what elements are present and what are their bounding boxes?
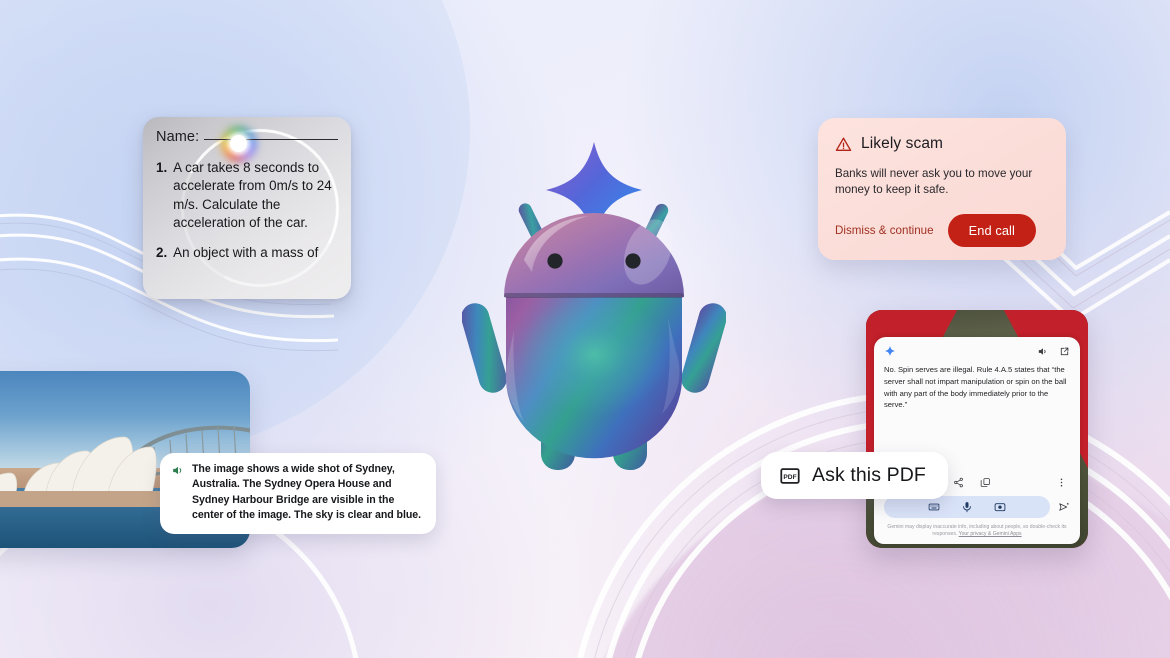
scam-actions: Dismiss & continue End call	[835, 213, 1049, 247]
question-text: A car takes 8 seconds to accelerate from…	[173, 160, 332, 231]
worksheet-name-label: Name:	[156, 129, 200, 145]
scam-body-text: Banks will never ask you to move your mo…	[835, 167, 1033, 197]
gemini-disclaimer: Gemini may display inaccurate info, incl…	[884, 524, 1070, 544]
gemini-input-row	[884, 495, 1070, 518]
ask-this-pdf-label: Ask this PDF	[812, 464, 926, 486]
end-call-button[interactable]: End call	[947, 213, 1036, 247]
keyboard-icon[interactable]	[928, 501, 940, 513]
question-number: 2.	[156, 245, 168, 261]
open-in-new-icon[interactable]	[1059, 346, 1070, 357]
gemini-answer-text: No. Spin serves are illegal. Rule 4.A.5 …	[884, 365, 1067, 410]
question-text: An object with a mass of	[173, 245, 319, 261]
speaker-volume-icon[interactable]	[1037, 346, 1048, 357]
android-robot-mascot	[462, 142, 726, 470]
pdf-file-icon: PDF	[780, 467, 800, 484]
homework-worksheet-card[interactable]: Name: 1. A car takes 8 seconds to accele…	[143, 117, 351, 299]
head-body-seam	[504, 293, 684, 298]
send-icon[interactable]	[1058, 501, 1070, 513]
worksheet-name-row: Name:	[156, 129, 338, 145]
eye-right	[625, 253, 641, 269]
ask-this-pdf-chip[interactable]: PDF Ask this PDF	[761, 452, 948, 499]
gemini-pdf-answer-card[interactable]: No. Spin serves are illegal. Rule 4.A.5 …	[866, 310, 1088, 548]
screenshot-stage: Name: 1. A car takes 8 seconds to accele…	[0, 0, 1170, 658]
question-number: 1.	[156, 160, 168, 175]
eye-left	[547, 253, 563, 269]
dismiss-and-continue-button[interactable]: Dismiss & continue	[835, 224, 934, 237]
gemini-answer-header	[884, 345, 1070, 357]
share-icon[interactable]	[953, 477, 964, 488]
arm-left	[462, 303, 507, 393]
worksheet-question: 1. A car takes 8 seconds to accelerate f…	[156, 159, 338, 232]
worksheet-question-list: 1. A car takes 8 seconds to accelerate f…	[156, 159, 338, 263]
scam-title: Likely scam	[861, 135, 944, 152]
microphone-icon[interactable]	[961, 501, 973, 513]
worksheet-name-blank-line	[204, 139, 338, 140]
gemini-privacy-link[interactable]: Your privacy & Gemini Apps	[959, 531, 1022, 537]
camera-icon[interactable]	[994, 501, 1006, 513]
arm-right	[681, 303, 726, 393]
gemini-input-bar[interactable]	[884, 495, 1050, 518]
warning-triangle-icon	[835, 137, 852, 151]
svg-text:PDF: PDF	[783, 473, 796, 480]
speaker-volume-icon	[173, 466, 182, 475]
scam-alert-card[interactable]: Likely scam Banks will never ask you to …	[818, 118, 1066, 260]
gemini-answer-sheet: No. Spin serves are illegal. Rule 4.A.5 …	[874, 337, 1080, 544]
sydney-caption-bubble[interactable]: The image shows a wide shot of Sydney, A…	[160, 453, 436, 534]
more-options-icon[interactable]	[1056, 477, 1067, 488]
gemini-header-actions	[1037, 346, 1070, 357]
opera-house-icon	[0, 436, 157, 494]
sydney-caption-text: The image shows a wide shot of Sydney, A…	[192, 463, 422, 522]
worksheet-question: 2. An object with a mass of	[156, 244, 338, 262]
scam-title-row: Likely scam	[835, 135, 1049, 153]
gemini-sparkle-icon	[884, 345, 896, 357]
circle-to-search-cursor-icon	[230, 135, 247, 152]
copy-icon[interactable]	[980, 477, 991, 488]
